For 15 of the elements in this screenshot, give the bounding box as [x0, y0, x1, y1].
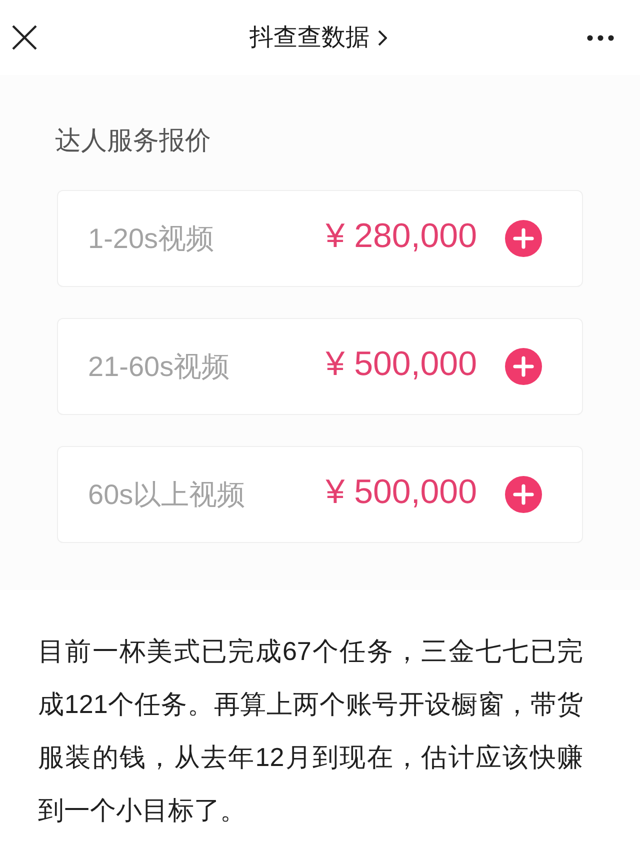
service-price: ¥ 500,000 [326, 472, 477, 512]
article-paragraph: 目前一杯美式已完成67个任务，三金七七已完成121个任务。再算上两个账号开设橱窗，带货服装的钱，从去年12月到现在，估计应该快赚到一个小目标了。 [38, 635, 583, 827]
service-label: 60s以上视频 [88, 478, 246, 512]
service-label: 21-60s视频 [88, 350, 230, 384]
close-icon[interactable] [12, 25, 37, 50]
plus-icon[interactable] [505, 348, 542, 385]
more-icon[interactable] [587, 34, 614, 40]
page-title: 抖查查数据 [250, 22, 370, 52]
service-price: ¥ 280,000 [326, 216, 477, 256]
chevron-right-icon[interactable] [378, 30, 386, 46]
plus-icon[interactable] [505, 476, 542, 513]
service-price: ¥ 500,000 [326, 344, 477, 384]
section-heading: 达人服务报价 [55, 124, 211, 157]
service-label: 1-20s视频 [88, 222, 214, 256]
plus-icon[interactable] [505, 220, 542, 257]
